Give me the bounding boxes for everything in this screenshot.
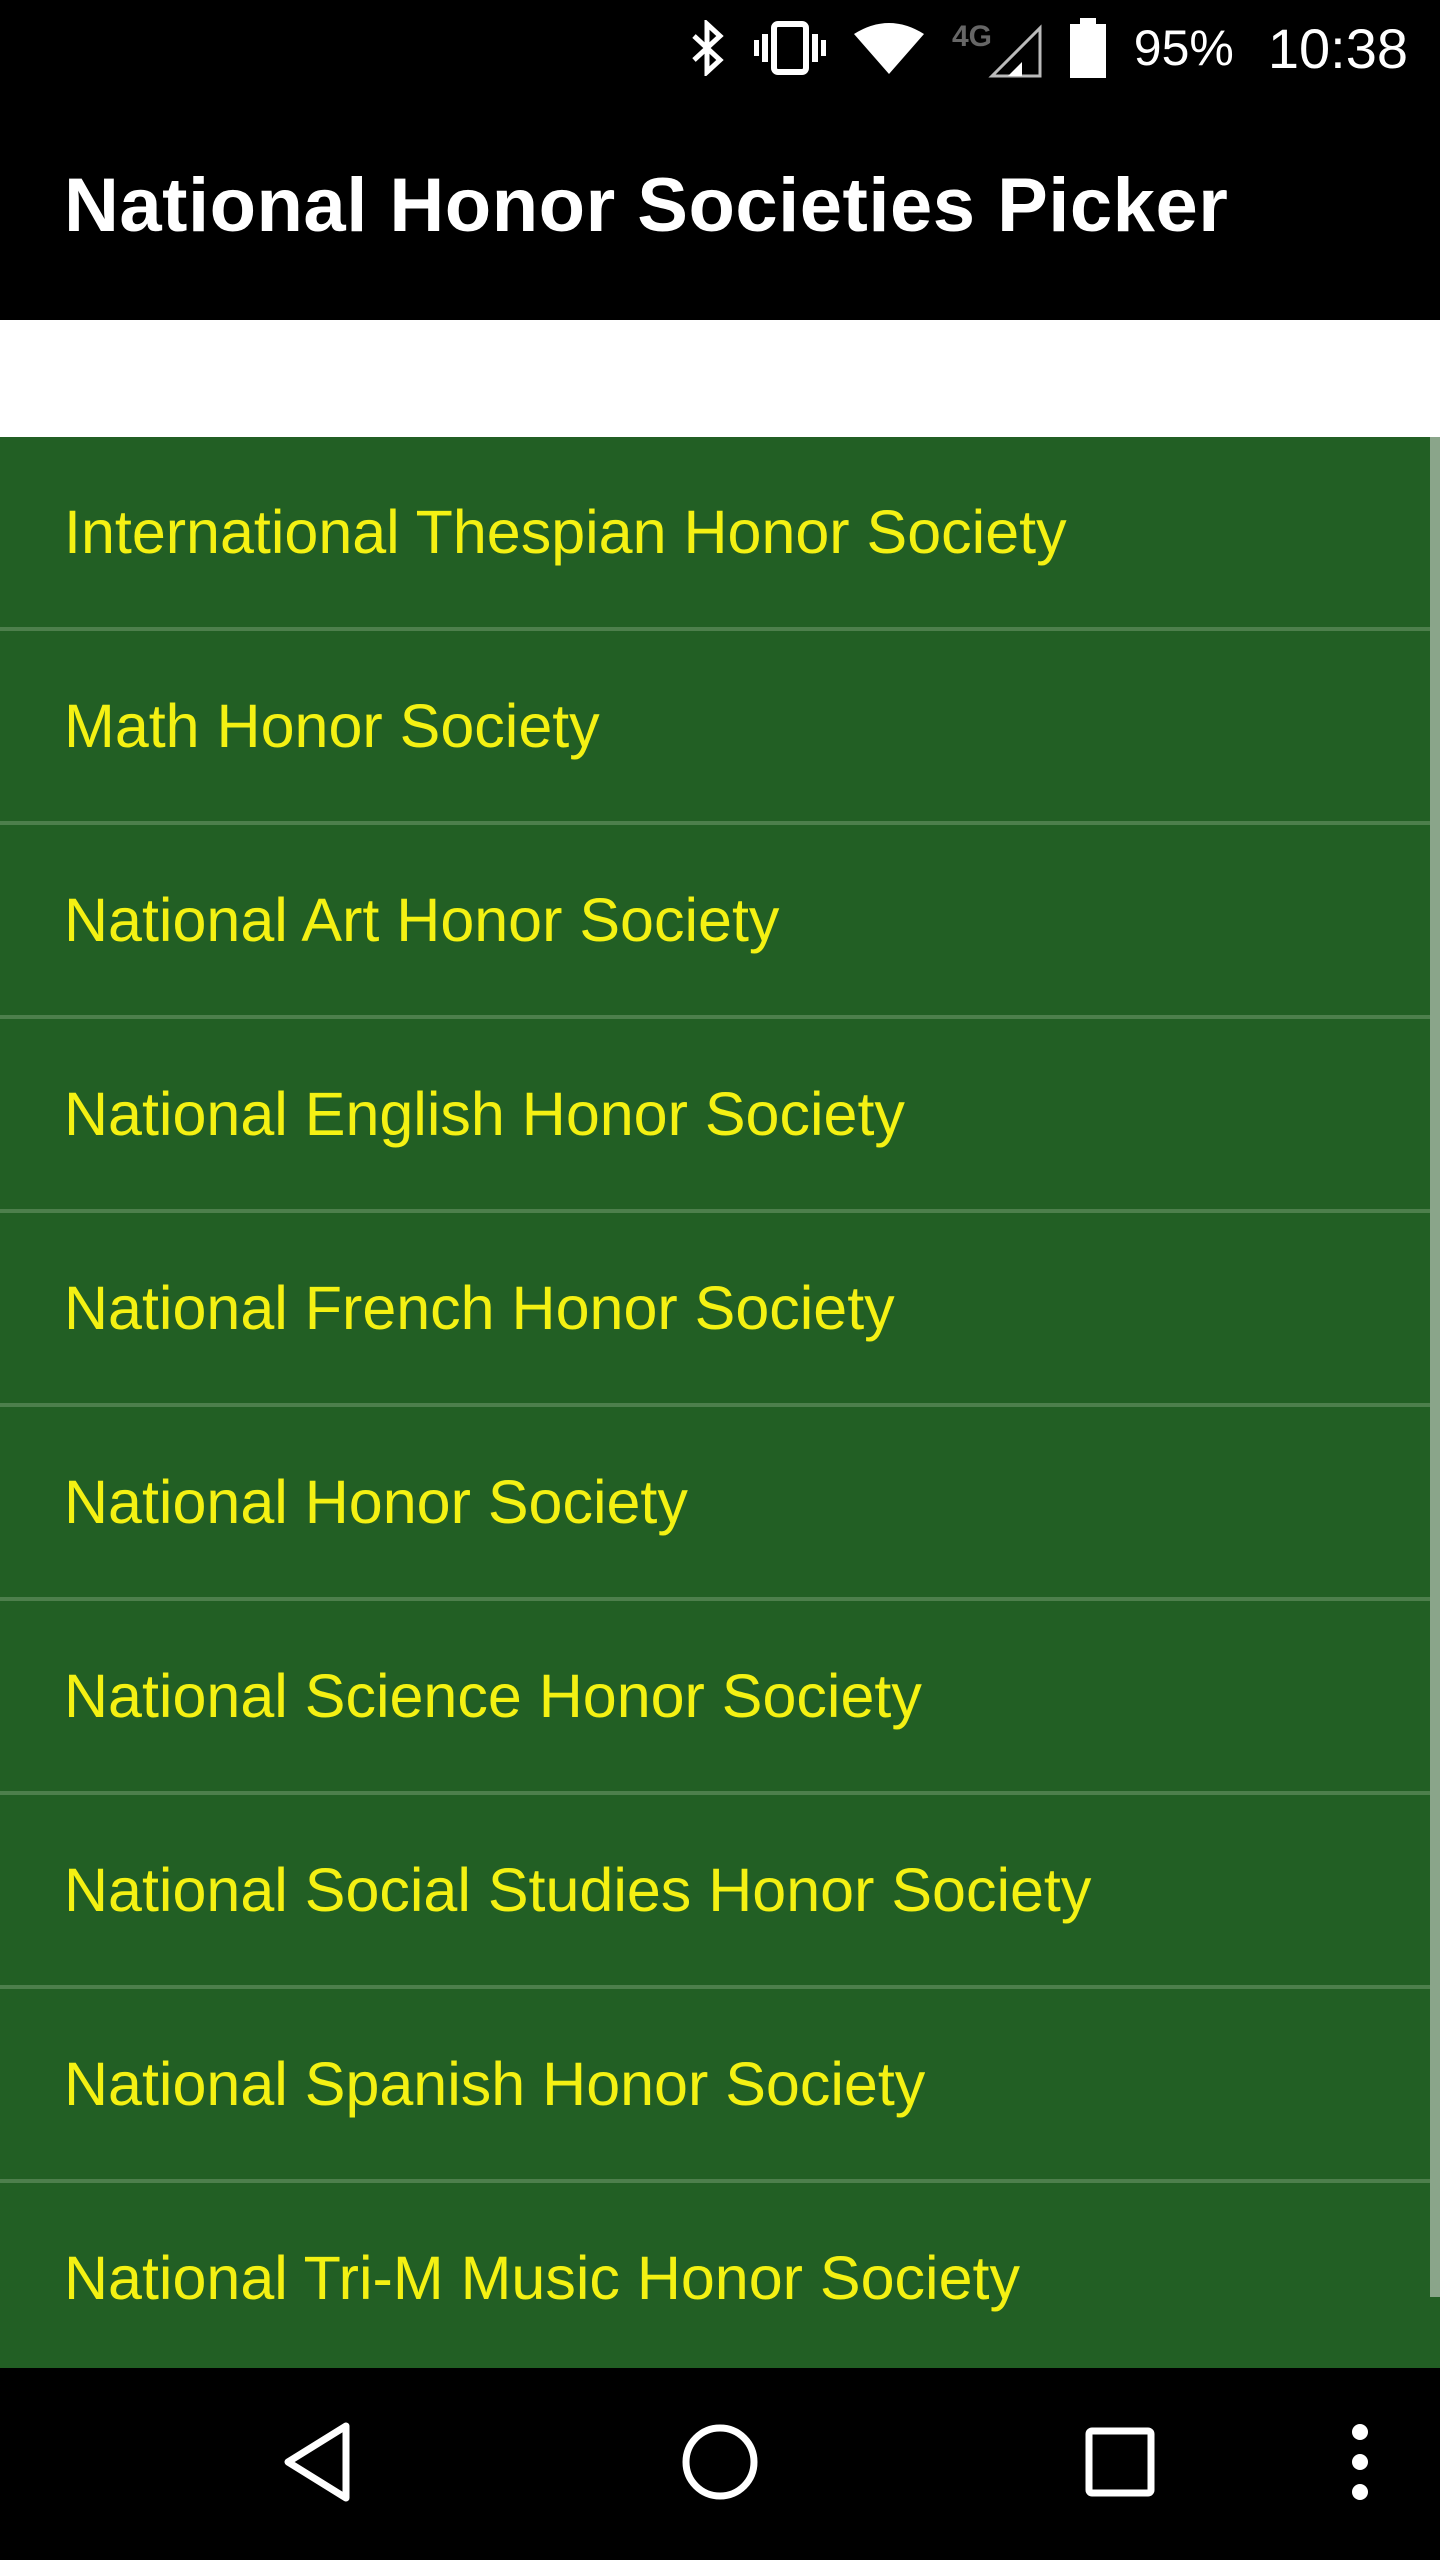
header-spacer	[0, 320, 1440, 437]
back-button[interactable]	[260, 2368, 380, 2560]
battery-icon	[1068, 18, 1108, 78]
clock: 10:38	[1267, 16, 1408, 80]
list-item[interactable]: National Science Honor Society	[0, 1601, 1440, 1795]
recents-button[interactable]	[1060, 2368, 1180, 2560]
list-item[interactable]: National Art Honor Society	[0, 825, 1440, 1019]
list-item-label: National Honor Society	[64, 1468, 688, 1536]
status-bar: 4G 95% 10:38	[0, 0, 1440, 96]
society-list[interactable]: International Thespian Honor Society Mat…	[0, 437, 1440, 2368]
back-icon	[280, 2420, 360, 2508]
list-item-label: National Spanish Honor Society	[64, 2050, 926, 2118]
network-type-label: 4G	[952, 20, 992, 53]
list-item-label: National Tri-M Music Honor Society	[64, 2244, 1020, 2312]
home-button[interactable]	[660, 2368, 780, 2560]
bluetooth-icon	[688, 20, 728, 76]
list-item[interactable]: National Honor Society	[0, 1407, 1440, 1601]
scrollbar[interactable]	[1430, 437, 1440, 2297]
list-item-label: Math Honor Society	[64, 692, 600, 760]
list-item[interactable]: National French Honor Society	[0, 1213, 1440, 1407]
battery-percentage: 95%	[1133, 20, 1234, 76]
list-item[interactable]: National Spanish Honor Society	[0, 1989, 1440, 2183]
list-item[interactable]: National English Honor Society	[0, 1019, 1440, 1213]
list-item-label: National Science Honor Society	[64, 1662, 922, 1730]
app-bar: National Honor Societies Picker	[0, 96, 1440, 320]
wifi-icon	[852, 20, 926, 76]
status-icons: 4G 95% 10:38	[688, 0, 1408, 96]
overflow-menu-button[interactable]	[1330, 2368, 1390, 2560]
list-item[interactable]: National Tri-M Music Honor Society	[0, 2183, 1440, 2368]
list-item[interactable]: Math Honor Society	[0, 631, 1440, 825]
list-item-label: National English Honor Society	[64, 1080, 905, 1148]
list-item[interactable]: National Social Studies Honor Society	[0, 1795, 1440, 1989]
list-item-label: National Social Studies Honor Society	[64, 1856, 1092, 1924]
navigation-bar	[0, 2368, 1440, 2560]
recents-icon	[1084, 2426, 1156, 2502]
page-title: National Honor Societies Picker	[64, 163, 1229, 248]
list-item-label: National Art Honor Society	[64, 886, 780, 954]
overflow-menu-icon	[1350, 2422, 1370, 2506]
list-item-label: International Thespian Honor Society	[64, 498, 1067, 566]
home-icon	[680, 2422, 760, 2506]
signal-icon: 4G	[952, 18, 1042, 78]
list-item[interactable]: International Thespian Honor Society	[0, 437, 1440, 631]
vibrate-icon	[753, 20, 826, 76]
list-item-label: National French Honor Society	[64, 1274, 895, 1342]
